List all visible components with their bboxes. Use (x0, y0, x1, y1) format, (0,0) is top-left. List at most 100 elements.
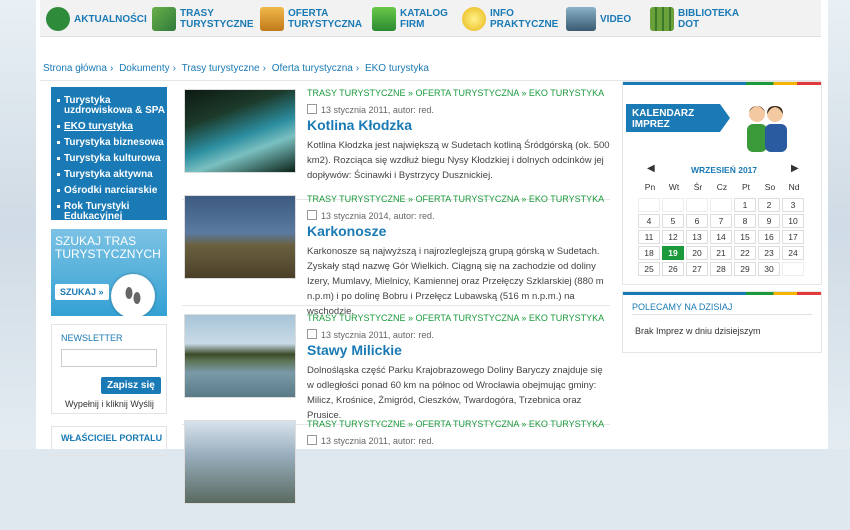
calendar-day[interactable]: 4 (638, 214, 660, 228)
left-menu-item-biznesowa[interactable]: Turystyka biznesowa (51, 135, 167, 151)
nav-item-biblioteka[interactable]: BIBLIOTEKA DOT (650, 7, 739, 31)
calendar-day[interactable]: 7 (710, 214, 732, 228)
newsletter-subscribe-button[interactable]: Zapisz się (101, 377, 161, 394)
calendar-day[interactable]: 27 (686, 262, 708, 276)
nav-item-oferta[interactable]: OFERTA TURYSTYCZNA (260, 7, 362, 31)
article-title[interactable]: Karkonosze (307, 223, 386, 239)
calendar-day[interactable]: 3 (782, 198, 804, 212)
breadcrumb-trasy[interactable]: Trasy turystyczne (182, 63, 260, 74)
recommended-today-box: POLECAMY NA DZISIAJ Brak Imprez w dniu d… (622, 291, 822, 353)
calendar-month: WRZESIEŃ 2017 (691, 165, 758, 175)
left-menu-item-narciarskie[interactable]: Ośrodki narciarskie (51, 183, 167, 199)
calendar-day[interactable]: 22 (734, 246, 756, 260)
calendar-day[interactable]: 13 (686, 230, 708, 244)
article-meta: 13 stycznia 2011, autor: red. (307, 329, 434, 340)
left-menu-item-kulturowa[interactable]: Turystyka kulturowa (51, 151, 167, 167)
portal-owner-box: WŁAŚCICIEL PORTALU (51, 426, 167, 456)
breadcrumb-dokumenty[interactable]: Dokumenty (119, 63, 170, 74)
calendar-day[interactable]: 12 (662, 230, 684, 244)
calendar-day[interactable]: 25 (638, 262, 660, 276)
calendar-day[interactable]: 29 (734, 262, 756, 276)
calendar-day[interactable]: 23 (758, 246, 780, 260)
calendar-day[interactable]: 1 (734, 198, 756, 212)
article-item: TRASY TURYSTYCZNE » OFERTA TURYSTYCZNA »… (182, 193, 610, 317)
article-category[interactable]: TRASY TURYSTYCZNE » OFERTA TURYSTYCZNA »… (307, 313, 604, 323)
left-menu-item-eko[interactable]: EKO turystyka (51, 119, 167, 135)
nav-item-trasy[interactable]: TRASY TURYSTYCZNE (152, 7, 254, 31)
page: AKTUALNOŚCI TRASY TURYSTYCZNE OFERTA TUR… (36, 0, 828, 504)
calendar-day[interactable]: 14 (710, 230, 732, 244)
nav-item-katalog[interactable]: KATALOG FIRM (372, 7, 448, 31)
article-thumbnail[interactable] (184, 314, 296, 398)
calendar-day[interactable]: 2 (758, 198, 780, 212)
calendar-day[interactable]: 20 (686, 246, 708, 260)
search-routes-banner[interactable]: SZUKAJ TRAS TURYSTYCZNYCH SZUKAJ » (51, 229, 167, 316)
article-meta: 13 stycznia 2011, autor: red. (307, 104, 434, 115)
nav-item-video[interactable]: VIDEO (566, 7, 631, 31)
article-thumbnail[interactable] (184, 420, 296, 504)
calendar-day-empty (662, 198, 684, 212)
nav-label: VIDEO (600, 13, 632, 25)
breadcrumb-home[interactable]: Strona główna (43, 63, 107, 74)
left-menu-item-uzdrowiskowa[interactable]: Turystyka uzdrowiskowa & SPA (51, 93, 167, 119)
map-icon (152, 7, 176, 31)
article-meta: 13 stycznia 2014, autor: red. (307, 210, 435, 221)
article-item: TRASY TURYSTYCZNE » OFERTA TURYSTYCZNA »… (182, 312, 610, 425)
footprints-icon (111, 274, 155, 316)
article-thumbnail[interactable] (184, 89, 296, 173)
calendar-day[interactable]: 28 (710, 262, 732, 276)
weekday-label: So (764, 182, 776, 192)
divider (632, 314, 812, 315)
nav-label: OFERTA TURYSTYCZNA (288, 8, 363, 30)
article-category[interactable]: TRASY TURYSTYCZNE » OFERTA TURYSTYCZNA »… (307, 194, 604, 204)
calendar-day[interactable]: 9 (758, 214, 780, 228)
article-title[interactable]: Kotlina Kłodzka (307, 117, 412, 133)
color-stripe (623, 292, 821, 295)
calendar-day[interactable]: 19 (662, 246, 684, 260)
search-button[interactable]: SZUKAJ » (55, 284, 109, 300)
calendar-icon (307, 210, 317, 220)
article-thumbnail[interactable] (184, 195, 296, 279)
article-date-author: 13 stycznia 2014, autor: red. (321, 211, 435, 221)
search-banner-title: SZUKAJ TRAS TURYSTYCZNYCH (55, 234, 161, 261)
calendar-day[interactable]: 30 (758, 262, 780, 276)
calendar-day[interactable]: 8 (734, 214, 756, 228)
newsletter-email-input[interactable] (61, 349, 157, 367)
books-icon (650, 7, 674, 31)
weekday-label: Nd (788, 182, 800, 192)
calendar-prev-button[interactable]: ◀ (647, 163, 655, 174)
calendar-next-button[interactable]: ▶ (791, 163, 799, 174)
article-category[interactable]: TRASY TURYSTYCZNE » OFERTA TURYSTYCZNA »… (307, 88, 604, 98)
calendar-day[interactable]: 10 (782, 214, 804, 228)
calendar-day[interactable]: 17 (782, 230, 804, 244)
nav-item-aktualnosci[interactable]: AKTUALNOŚCI (46, 7, 147, 31)
video-icon (566, 7, 596, 31)
calendar-day[interactable]: 18 (638, 246, 660, 260)
weekday-label: Cz (716, 182, 728, 192)
calendar-day[interactable]: 16 (758, 230, 780, 244)
calendar-day[interactable]: 5 (662, 214, 684, 228)
weekday-label: Pt (741, 182, 751, 192)
article-category[interactable]: TRASY TURYSTYCZNE » OFERTA TURYSTYCZNA »… (307, 419, 604, 429)
calendar-day[interactable]: 6 (686, 214, 708, 228)
nav-item-info[interactable]: INFO PRAKTYCZNE (462, 7, 558, 31)
calendar-day[interactable]: 21 (710, 246, 732, 260)
article-excerpt: Dolnośląska część Parku Krajobrazowego D… (307, 365, 603, 421)
calendar-icon (307, 104, 317, 114)
calendar-day[interactable]: 15 (734, 230, 756, 244)
chevron-right-icon: › (355, 63, 360, 74)
breadcrumb-eko[interactable]: EKO turystyka (365, 63, 429, 74)
events-calendar: KALENDARZ IMPREZ ◀ WRZESIEŃ 2017 ▶ Pn Wt… (622, 81, 822, 285)
calendar-grid: 1 2 3 4 5 6 7 8 9 10 11 12 13 14 15 16 17 18 19 20 21 22 23 24 2… (638, 198, 806, 276)
breadcrumb-oferta[interactable]: Oferta turystyczna (272, 63, 353, 74)
calendar-day[interactable]: 24 (782, 246, 804, 260)
left-menu-item-aktywna[interactable]: Turystyka aktywna (51, 167, 167, 183)
background-left (0, 0, 36, 449)
calendar-icon (307, 329, 317, 339)
left-menu-item-edukacyjnej[interactable]: Rok Turystyki Edukacyjnej (51, 199, 167, 225)
calendar-day[interactable]: 11 (638, 230, 660, 244)
recommended-title: POLECAMY NA DZISIAJ (632, 302, 733, 312)
article-title[interactable]: Stawy Milickie (307, 342, 402, 358)
calendar-day[interactable]: 26 (662, 262, 684, 276)
color-stripe (623, 82, 821, 85)
